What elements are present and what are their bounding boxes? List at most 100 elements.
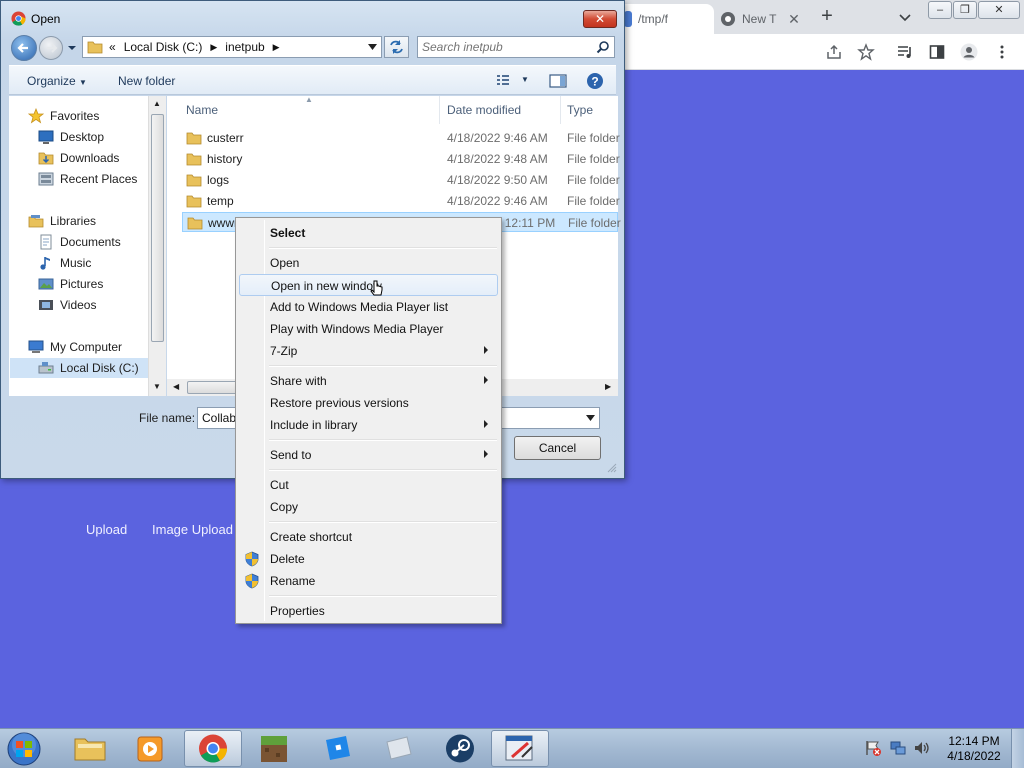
restore-button[interactable]: ❐ xyxy=(953,1,977,19)
menu-item-cut[interactable]: Cut xyxy=(239,474,498,496)
forward-button[interactable] xyxy=(39,36,63,60)
menu-item-create-shortcut[interactable]: Create shortcut xyxy=(239,526,498,548)
taskbar-media-player[interactable] xyxy=(121,730,179,767)
taskbar-clock[interactable]: 12:14 PM 4/18/2022 xyxy=(946,734,1002,764)
breadcrumb-separator-icon[interactable]: ▶ xyxy=(273,42,280,53)
menu-item-play-wmp[interactable]: Play with Windows Media Player xyxy=(239,318,498,340)
file-row-history[interactable]: history 4/18/2022 9:48 AM File folder xyxy=(182,149,620,169)
bookmark-star-icon[interactable] xyxy=(857,43,875,61)
file-type: File folder xyxy=(567,194,620,208)
organize-button[interactable]: Organize ▼ xyxy=(27,74,87,88)
dialog-titlebar[interactable]: Open ✕ xyxy=(1,1,624,35)
taskbar-chrome[interactable] xyxy=(184,730,242,767)
tab-new-tab[interactable]: New T ✕ xyxy=(716,4,808,34)
view-list-icon[interactable] xyxy=(495,74,511,88)
scroll-right-icon[interactable]: ▶ xyxy=(605,382,611,391)
menu-item-include-library[interactable]: Include in library xyxy=(239,414,498,436)
computer-icon xyxy=(28,340,44,353)
taskbar-file-explorer[interactable] xyxy=(61,730,119,767)
minimize-button[interactable]: – xyxy=(928,1,952,19)
tab-tmp[interactable]: /tmp/f xyxy=(618,4,714,34)
close-tab-icon[interactable]: ✕ xyxy=(786,11,802,28)
resize-grip-icon[interactable] xyxy=(607,463,617,473)
nav-label: Videos xyxy=(60,298,97,312)
nav-scroll-thumb[interactable] xyxy=(151,114,164,342)
scroll-up-icon[interactable]: ▲ xyxy=(153,99,161,108)
close-window-button[interactable]: ✕ xyxy=(978,1,1020,19)
nav-videos[interactable]: Videos xyxy=(38,295,96,315)
nav-my-computer[interactable]: My Computer xyxy=(28,337,122,357)
nav-recent-places[interactable]: Recent Places xyxy=(38,169,137,189)
breadcrumb-local-disk[interactable]: Local Disk (C:) xyxy=(124,40,203,54)
cancel-button[interactable]: Cancel xyxy=(514,436,601,460)
menu-item-restore-versions[interactable]: Restore previous versions xyxy=(239,392,498,414)
kebab-menu-icon[interactable] xyxy=(993,43,1011,61)
nav-scrollbar[interactable]: ▲ ▼ xyxy=(148,96,166,396)
menu-item-7zip[interactable]: 7-Zip xyxy=(239,340,498,362)
dialog-close-button[interactable]: ✕ xyxy=(583,10,617,28)
column-header-date[interactable]: Date modified xyxy=(441,96,561,124)
preview-pane-icon[interactable] xyxy=(549,73,567,89)
menu-item-open[interactable]: Open xyxy=(239,252,498,274)
menu-item-rename[interactable]: Rename xyxy=(239,570,498,592)
new-tab-button[interactable]: + xyxy=(816,6,838,28)
nav-libraries[interactable]: Libraries xyxy=(28,211,96,231)
image-upload-link[interactable]: Image Upload xyxy=(152,522,233,537)
search-box[interactable] xyxy=(417,36,615,58)
menu-item-delete[interactable]: Delete xyxy=(239,548,498,570)
network-icon[interactable] xyxy=(889,739,907,757)
media-control-icon[interactable] xyxy=(896,43,914,61)
taskbar-steam[interactable] xyxy=(431,730,489,767)
file-row-logs[interactable]: logs 4/18/2022 9:50 AM File folder xyxy=(182,170,620,190)
menu-item-share-with[interactable]: Share with xyxy=(239,370,498,392)
share-icon[interactable] xyxy=(825,43,843,61)
address-bar[interactable]: « Local Disk (C:) ▶ inetpub ▶ xyxy=(82,36,382,58)
new-folder-button[interactable]: New folder xyxy=(118,74,175,88)
menu-item-copy[interactable]: Copy xyxy=(239,496,498,518)
volume-icon[interactable] xyxy=(913,739,931,757)
help-icon[interactable]: ? xyxy=(586,72,604,90)
back-button[interactable] xyxy=(11,35,37,61)
menu-item-add-wmp-list[interactable]: Add to Windows Media Player list xyxy=(239,296,498,318)
breadcrumb-inetpub[interactable]: inetpub xyxy=(225,40,264,54)
nav-documents[interactable]: Documents xyxy=(38,232,121,252)
file-type-filter[interactable] xyxy=(501,407,600,429)
menu-item-select[interactable]: Select xyxy=(239,222,498,244)
chrome-logo-icon xyxy=(11,11,26,26)
view-options-chevron-icon[interactable]: ▼ xyxy=(521,75,529,84)
file-row-custerr[interactable]: custerr 4/18/2022 9:46 AM File folder xyxy=(182,128,620,148)
search-icon[interactable] xyxy=(596,40,610,54)
scroll-left-icon[interactable]: ◀ xyxy=(173,382,179,391)
action-center-flag-icon[interactable] xyxy=(864,739,882,757)
nav-downloads[interactable]: Downloads xyxy=(38,148,119,168)
menu-item-open-new-window[interactable]: Open in new window xyxy=(239,274,498,296)
start-button[interactable] xyxy=(4,730,46,768)
taskbar-minecraft[interactable] xyxy=(245,730,303,767)
address-dropdown-icon[interactable] xyxy=(368,44,377,51)
nav-pictures[interactable]: Pictures xyxy=(38,274,103,294)
nav-desktop[interactable]: Desktop xyxy=(38,127,104,147)
chevron-down-icon[interactable] xyxy=(896,8,914,26)
file-row-temp[interactable]: temp 4/18/2022 9:46 AM File folder xyxy=(182,191,620,211)
recent-pages-chevron-icon[interactable] xyxy=(67,43,77,53)
nav-music[interactable]: Music xyxy=(38,253,91,273)
profile-icon[interactable] xyxy=(960,43,978,61)
taskbar-blank-app[interactable] xyxy=(369,730,427,767)
menu-item-properties[interactable]: Properties xyxy=(239,600,498,622)
upload-link[interactable]: Upload xyxy=(86,522,127,537)
breadcrumb-overflow[interactable]: « xyxy=(109,40,116,54)
refresh-button[interactable] xyxy=(384,36,409,58)
show-desktop-button[interactable] xyxy=(1011,729,1024,768)
nav-label: Recent Places xyxy=(60,172,138,186)
side-panel-icon[interactable] xyxy=(928,43,946,61)
scroll-down-icon[interactable]: ▼ xyxy=(153,382,161,391)
nav-favorites[interactable]: Favorites xyxy=(28,106,99,126)
menu-label: Share with xyxy=(270,374,327,388)
menu-item-send-to[interactable]: Send to xyxy=(239,444,498,466)
breadcrumb-separator-icon[interactable]: ▶ xyxy=(210,42,217,53)
nav-local-disk[interactable]: Local Disk (C:) xyxy=(10,358,148,378)
search-input[interactable] xyxy=(422,39,592,55)
column-header-type[interactable]: Type xyxy=(561,96,618,124)
taskbar-roblox[interactable] xyxy=(306,730,364,767)
taskbar-paint-app[interactable] xyxy=(491,730,549,767)
